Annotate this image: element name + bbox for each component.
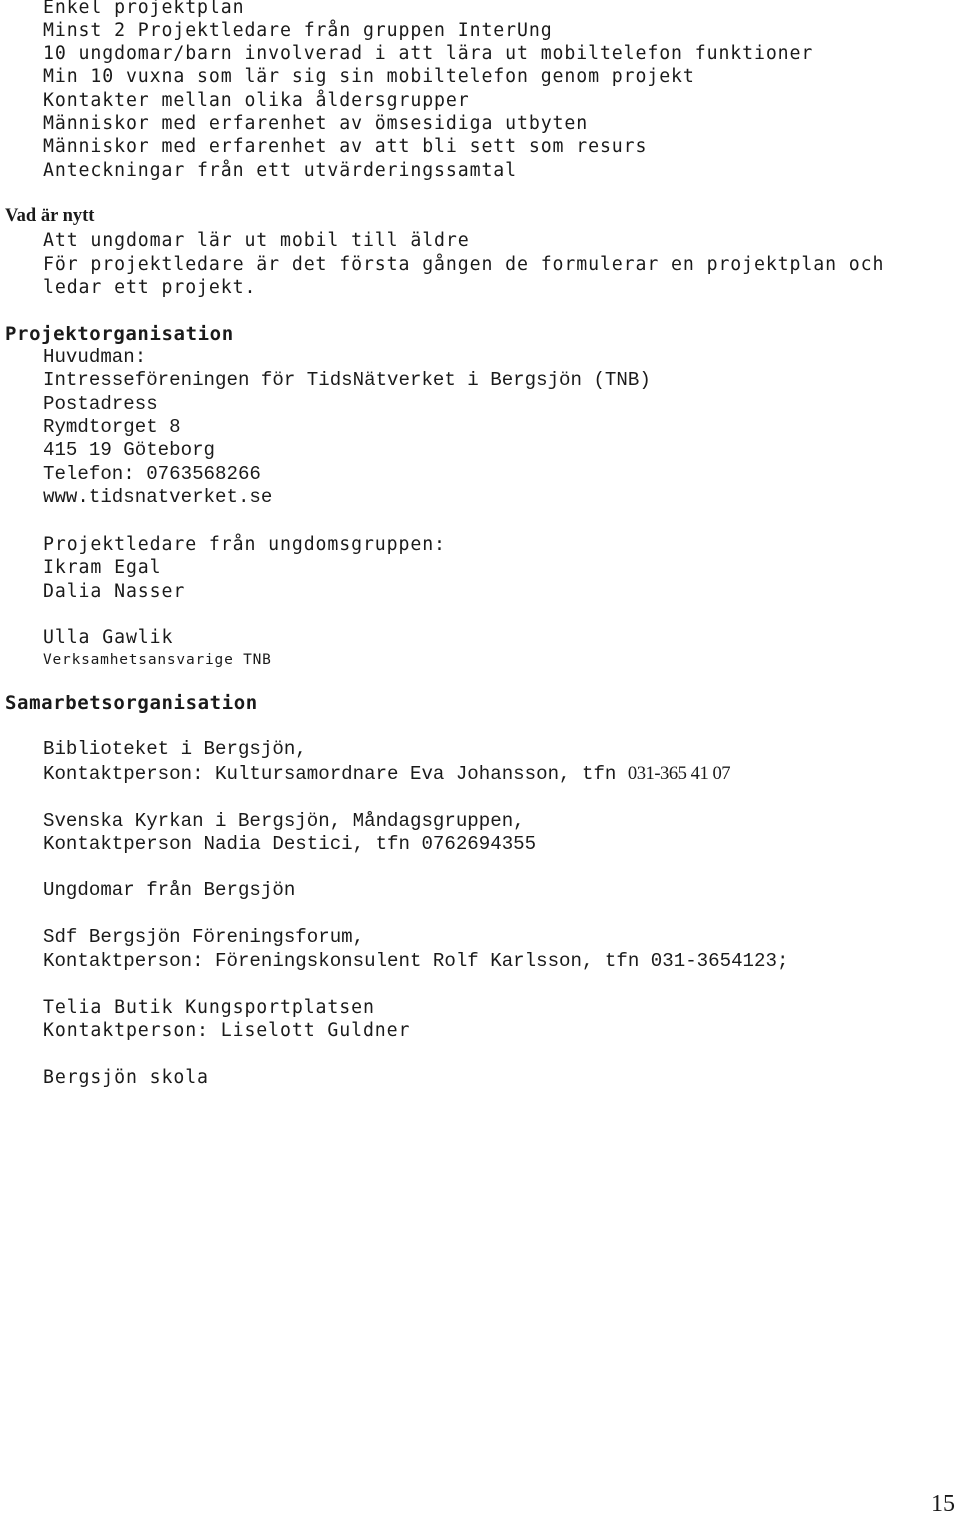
partner-contact-text: Kontaktperson: Kultursamordnare Eva Joha…	[43, 763, 628, 785]
text-line: Intresseföreningen för TidsNätverket i B…	[43, 369, 651, 391]
manager-role: Verksamhetsansvarige TNB	[43, 652, 272, 668]
page-number: 15	[931, 1491, 955, 1517]
intro-line: Minst 2 Projektledare från gruppen Inter…	[43, 20, 553, 41]
partner-contact: Kontaktperson: Liselott Guldner	[43, 1020, 411, 1041]
leader-name: Dalia Nasser	[43, 581, 186, 602]
text-line: Rymdtorget 8	[43, 416, 181, 438]
partner-contact: Kontaktperson: Kultursamordnare Eva Joha…	[43, 762, 731, 786]
text-line: Telefon: 0763568266	[43, 463, 261, 485]
partner-name: Svenska Kyrkan i Bergsjön, Måndagsgruppe…	[43, 810, 525, 832]
partner-name: Telia Butik Kungsportplatsen	[43, 997, 375, 1018]
intro-line: Enkel projektplan	[43, 0, 245, 18]
text-line: ledar ett projekt.	[43, 277, 257, 298]
section-heading-samarbetsorganisation: Samarbetsorganisation	[5, 692, 258, 714]
partner-name: Biblioteket i Bergsjön,	[43, 738, 307, 760]
section-heading-projektorganisation: Projektorganisation	[5, 323, 234, 345]
intro-line: Kontakter mellan olika åldersgrupper	[43, 90, 470, 111]
intro-line: Min 10 vuxna som lär sig sin mobiltelefo…	[43, 66, 695, 87]
text-line: För projektledare är det första gången d…	[43, 254, 885, 275]
text-line: Postadress	[43, 393, 158, 415]
leader-name: Ikram Egal	[43, 557, 162, 578]
partner-name: Ungdomar från Bergsjön	[43, 879, 296, 901]
partner-phone: 031-365 41 07	[627, 763, 731, 784]
website-text: www.tidsnatverket.se	[43, 486, 273, 508]
leaders-label: Projektledare från ungdomsgruppen:	[43, 534, 446, 555]
manager-name: Ulla Gawlik	[43, 627, 174, 648]
text-line: 415 19 Göteborg	[43, 439, 216, 461]
intro-line: 10 ungdomar/barn involverad i att lära u…	[43, 43, 814, 64]
intro-line: Anteckningar från ett utvärderingssamtal	[43, 160, 517, 181]
partner-contact: Kontaktperson: Föreningskonsulent Rolf K…	[43, 950, 789, 972]
partner-name: Sdf Bergsjön Föreningsforum,	[43, 926, 365, 948]
section-heading-vad-ar-nytt: Vad är nytt	[5, 206, 95, 226]
partner-contact: Kontaktperson Nadia Destici, tfn 0762694…	[43, 833, 537, 855]
partner-name: Bergsjön skola	[43, 1067, 209, 1088]
text-line: Huvudman:	[43, 346, 147, 368]
text-line: Att ungdomar lär ut mobil till äldre	[43, 230, 470, 251]
intro-line: Människor med erfarenhet av ömsesidiga u…	[43, 113, 589, 134]
intro-line: Människor med erfarenhet av att bli sett…	[43, 136, 648, 157]
